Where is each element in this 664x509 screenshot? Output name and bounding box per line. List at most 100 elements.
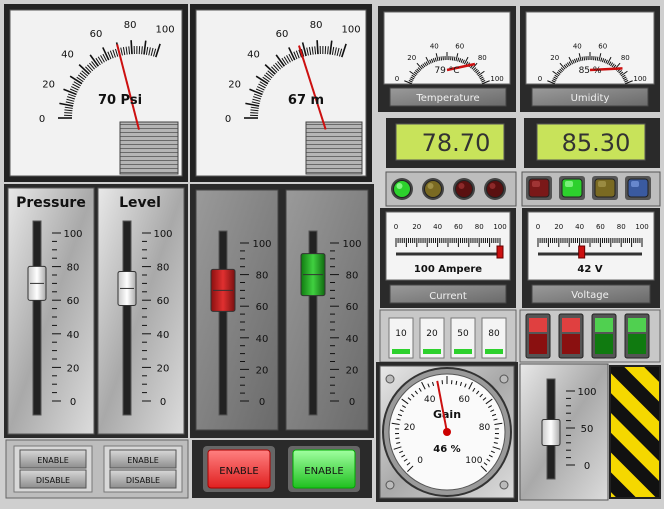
disable-button-2-label: DISABLE bbox=[126, 476, 160, 485]
gain-slider-thumb[interactable] bbox=[542, 419, 560, 445]
gauge-tick-label: 100 bbox=[633, 75, 646, 83]
led-highlight bbox=[397, 183, 403, 189]
led-green-on bbox=[394, 181, 411, 198]
gauge-tick-label: 100 bbox=[156, 25, 175, 36]
pressure-slider-panel bbox=[8, 188, 94, 434]
screw-icon bbox=[386, 481, 394, 489]
led-amber-off bbox=[425, 181, 442, 198]
slider-tick-label: 40 bbox=[256, 334, 269, 345]
led-red-off bbox=[456, 181, 473, 198]
preset-indicator bbox=[485, 349, 503, 354]
meter-indicator bbox=[579, 246, 585, 258]
level-slider-title: Level bbox=[119, 195, 161, 211]
meter-value-label: 100 Ampere bbox=[414, 264, 482, 275]
led-highlight bbox=[598, 181, 606, 187]
slider-tick-label: 20 bbox=[256, 365, 269, 376]
gauge-tick-label: 40 bbox=[61, 50, 74, 61]
gauge-tick-label: 100 bbox=[342, 25, 361, 36]
voltage-caption: Voltage bbox=[571, 290, 609, 301]
slider-tick-label: 20 bbox=[67, 363, 80, 374]
slider-tick-label: 60 bbox=[346, 302, 359, 313]
slider-track bbox=[33, 221, 41, 415]
slider-track bbox=[219, 231, 227, 415]
gauge-tick-label: 100 bbox=[490, 75, 503, 83]
gain-slider-panel bbox=[520, 364, 608, 500]
current-caption: Current bbox=[429, 291, 467, 302]
toggle-switch-bottom bbox=[595, 334, 613, 354]
slider-tick-label: 80 bbox=[346, 271, 359, 282]
meter-indicator bbox=[497, 246, 503, 258]
toggle-switch-bottom bbox=[529, 334, 547, 354]
gauge-tick bbox=[441, 56, 442, 60]
preset-button-label: 10 bbox=[395, 329, 407, 339]
gauge-tick-label: 0 bbox=[225, 114, 231, 125]
toggle-switch-bottom bbox=[628, 334, 646, 354]
gauge-tick-label: 40 bbox=[247, 50, 260, 61]
slider-tick-label: 20 bbox=[157, 363, 170, 374]
screw-icon bbox=[500, 481, 508, 489]
temperature-caption: Temperature bbox=[415, 93, 479, 104]
led-highlight bbox=[459, 183, 465, 189]
slider-tick-label: 100 bbox=[342, 239, 361, 250]
meter-tick-label: 80 bbox=[475, 223, 484, 231]
slider-tick-label: 100 bbox=[63, 229, 82, 240]
slider-tick-label: 60 bbox=[256, 302, 269, 313]
disable-button-1-label: DISABLE bbox=[36, 476, 70, 485]
meter-tick-label: 100 bbox=[493, 223, 506, 231]
enable-disable-group-2: ENABLE DISABLE bbox=[104, 446, 182, 492]
slider-tick-label: 0 bbox=[70, 397, 76, 408]
gauge-tick bbox=[328, 46, 329, 54]
led-highlight bbox=[565, 181, 573, 187]
slider-tick-label: 80 bbox=[157, 263, 170, 274]
meter-tick-label: 80 bbox=[617, 223, 626, 231]
gauge-tick-label: 60 bbox=[90, 29, 103, 40]
preset-indicator bbox=[454, 349, 472, 354]
gauge-tick bbox=[317, 40, 318, 54]
gauge-tick bbox=[64, 113, 72, 114]
gain-gauge-tick-label: 100 bbox=[465, 456, 482, 466]
gain-gauge-tick-label: 80 bbox=[479, 423, 491, 433]
gain-gauge-tick-label: 60 bbox=[459, 395, 471, 405]
gain-gauge: 020406080100Gain46 % bbox=[383, 368, 511, 496]
screw-icon bbox=[386, 375, 394, 383]
gain-gauge-tick bbox=[495, 438, 499, 439]
gain-gauge-pivot bbox=[443, 428, 451, 436]
enable-button-1-label: ENABLE bbox=[37, 456, 69, 465]
toggle-switch-top bbox=[529, 318, 547, 332]
red-enable-label: ENABLE bbox=[219, 466, 258, 477]
hazard-stripe-panel bbox=[610, 366, 660, 498]
enable-button-2-label: ENABLE bbox=[127, 456, 159, 465]
meter-tick-label: 40 bbox=[575, 223, 584, 231]
meter-tick-label: 20 bbox=[554, 223, 563, 231]
meter-tick-label: 40 bbox=[433, 223, 442, 231]
gauge-tick-label: 0 bbox=[39, 114, 45, 125]
preset-button-label: 20 bbox=[426, 329, 438, 339]
gain-gauge-tick-label: 20 bbox=[404, 423, 416, 433]
gauge-tick bbox=[142, 46, 143, 54]
led-highlight bbox=[532, 181, 540, 187]
gauge-tick-label: 80 bbox=[310, 20, 323, 31]
green-enable-label: ENABLE bbox=[304, 466, 343, 477]
led-highlight bbox=[631, 181, 639, 187]
slider-tick-label: 0 bbox=[349, 397, 355, 408]
led-highlight bbox=[428, 183, 434, 189]
slider-tick-label: 40 bbox=[157, 330, 170, 341]
gauge-tick-label: 80 bbox=[478, 54, 487, 62]
gauge-value-label: 67 m bbox=[288, 93, 324, 108]
control-panel: 02040608010070 Psi 02040608010067 m 0204… bbox=[0, 0, 664, 505]
humidity-lcd-value: 85.30 bbox=[562, 129, 631, 157]
gauge-tick-label: 20 bbox=[42, 79, 55, 90]
toggle-switch-top bbox=[595, 318, 613, 332]
slider-tick-label: 40 bbox=[67, 330, 80, 341]
slider-tick-label: 0 bbox=[259, 397, 265, 408]
preset-indicator bbox=[423, 349, 441, 354]
gauge-tick-label: 80 bbox=[621, 54, 630, 62]
gain-slider-tick-label: 50 bbox=[581, 424, 594, 435]
gauge-tick-label: 40 bbox=[573, 43, 582, 51]
instrument-panel-canvas: 02040608010070 Psi 02040608010067 m 0204… bbox=[0, 0, 664, 505]
gauge-value-label: 85 % bbox=[579, 66, 602, 76]
enable-disable-group-1: ENABLE DISABLE bbox=[14, 446, 92, 492]
slider-track bbox=[123, 221, 131, 415]
gauge-tick bbox=[452, 56, 453, 60]
slider-tick-label: 80 bbox=[256, 271, 269, 282]
